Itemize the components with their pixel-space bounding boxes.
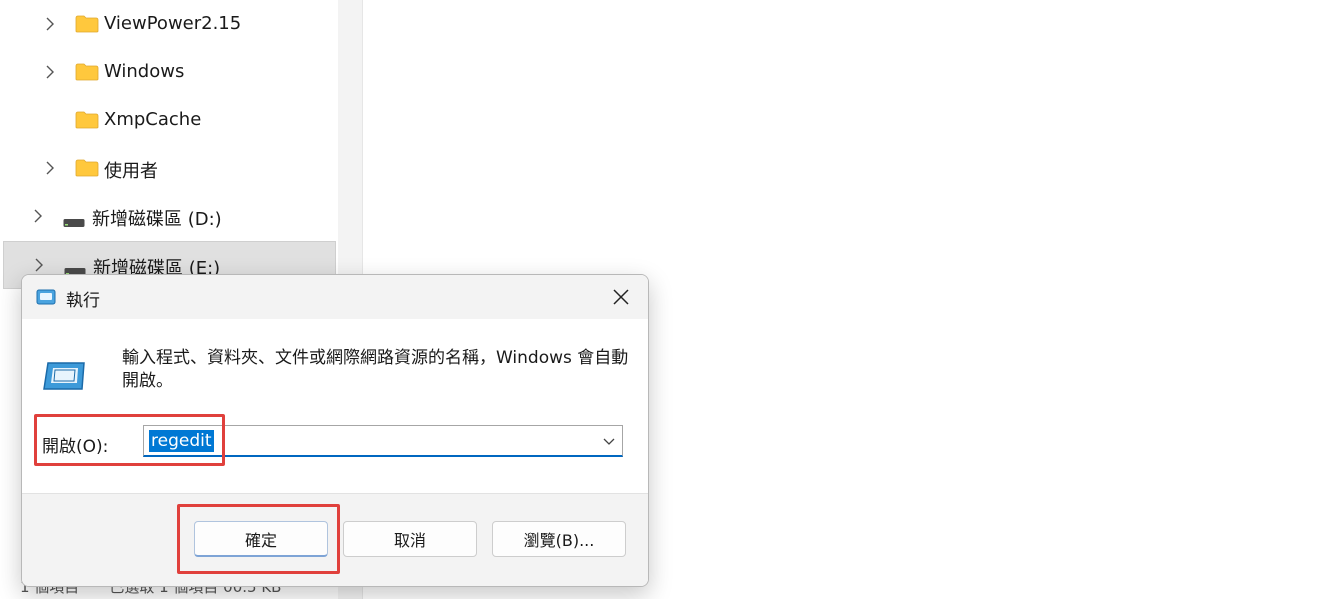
folder-icon [75, 159, 99, 177]
chevron-right-icon[interactable] [40, 62, 60, 82]
browse-button[interactable]: 瀏覽(B)... [492, 521, 626, 557]
tree-item-viewpower[interactable]: ViewPower2.15 [0, 2, 338, 46]
run-icon [42, 359, 88, 393]
chevron-right-icon[interactable] [28, 206, 48, 226]
tree-item-xmpcache[interactable]: XmpCache [0, 98, 338, 142]
close-button[interactable] [604, 281, 638, 313]
open-combobox[interactable]: regedit [143, 425, 623, 457]
run-icon [36, 289, 56, 305]
chevron-down-icon[interactable] [602, 434, 616, 448]
folder-icon [75, 111, 99, 129]
dialog-title: 執行 [66, 291, 100, 311]
ok-button[interactable]: 確定 [194, 521, 328, 557]
tree-item-label: 新增磁碟區 (D:) [92, 209, 222, 230]
dialog-footer: 確定 取消 瀏覽(B)... [22, 493, 648, 586]
folder-icon [75, 63, 99, 81]
drive-icon [63, 212, 85, 227]
tree-item-windows[interactable]: Windows [0, 50, 338, 94]
dialog-body: 輸入程式、資料夾、文件或網際網路資源的名稱，Windows 會自動開啟。 開啟(… [22, 319, 648, 493]
tree-item-label: Windows [104, 61, 185, 82]
chevron-right-icon[interactable] [40, 158, 60, 178]
tree-item-label: XmpCache [104, 109, 202, 130]
chevron-right-icon[interactable] [29, 255, 49, 275]
drive-icon [64, 261, 86, 276]
tree-item-drive-d[interactable]: 新增磁碟區 (D:) [0, 194, 338, 238]
tree-item-label: ViewPower2.15 [104, 13, 242, 34]
dialog-titlebar[interactable]: 執行 [22, 275, 648, 319]
tree-item-users[interactable]: 使用者 [0, 146, 338, 190]
folder-icon [75, 15, 99, 33]
dialog-description: 輸入程式、資料夾、文件或網際網路資源的名稱，Windows 會自動開啟。 [122, 348, 629, 391]
open-label: 開啟(O): [42, 437, 109, 457]
run-dialog: 執行 輸入程式、資料夾、文件或網際網路資源的名稱，Windows 會自動開啟。 … [21, 274, 649, 587]
cancel-button[interactable]: 取消 [343, 521, 477, 557]
open-input-value[interactable]: regedit [149, 430, 214, 452]
chevron-right-icon[interactable] [40, 14, 60, 34]
close-icon [613, 289, 629, 305]
tree-item-label: 使用者 [104, 161, 158, 182]
